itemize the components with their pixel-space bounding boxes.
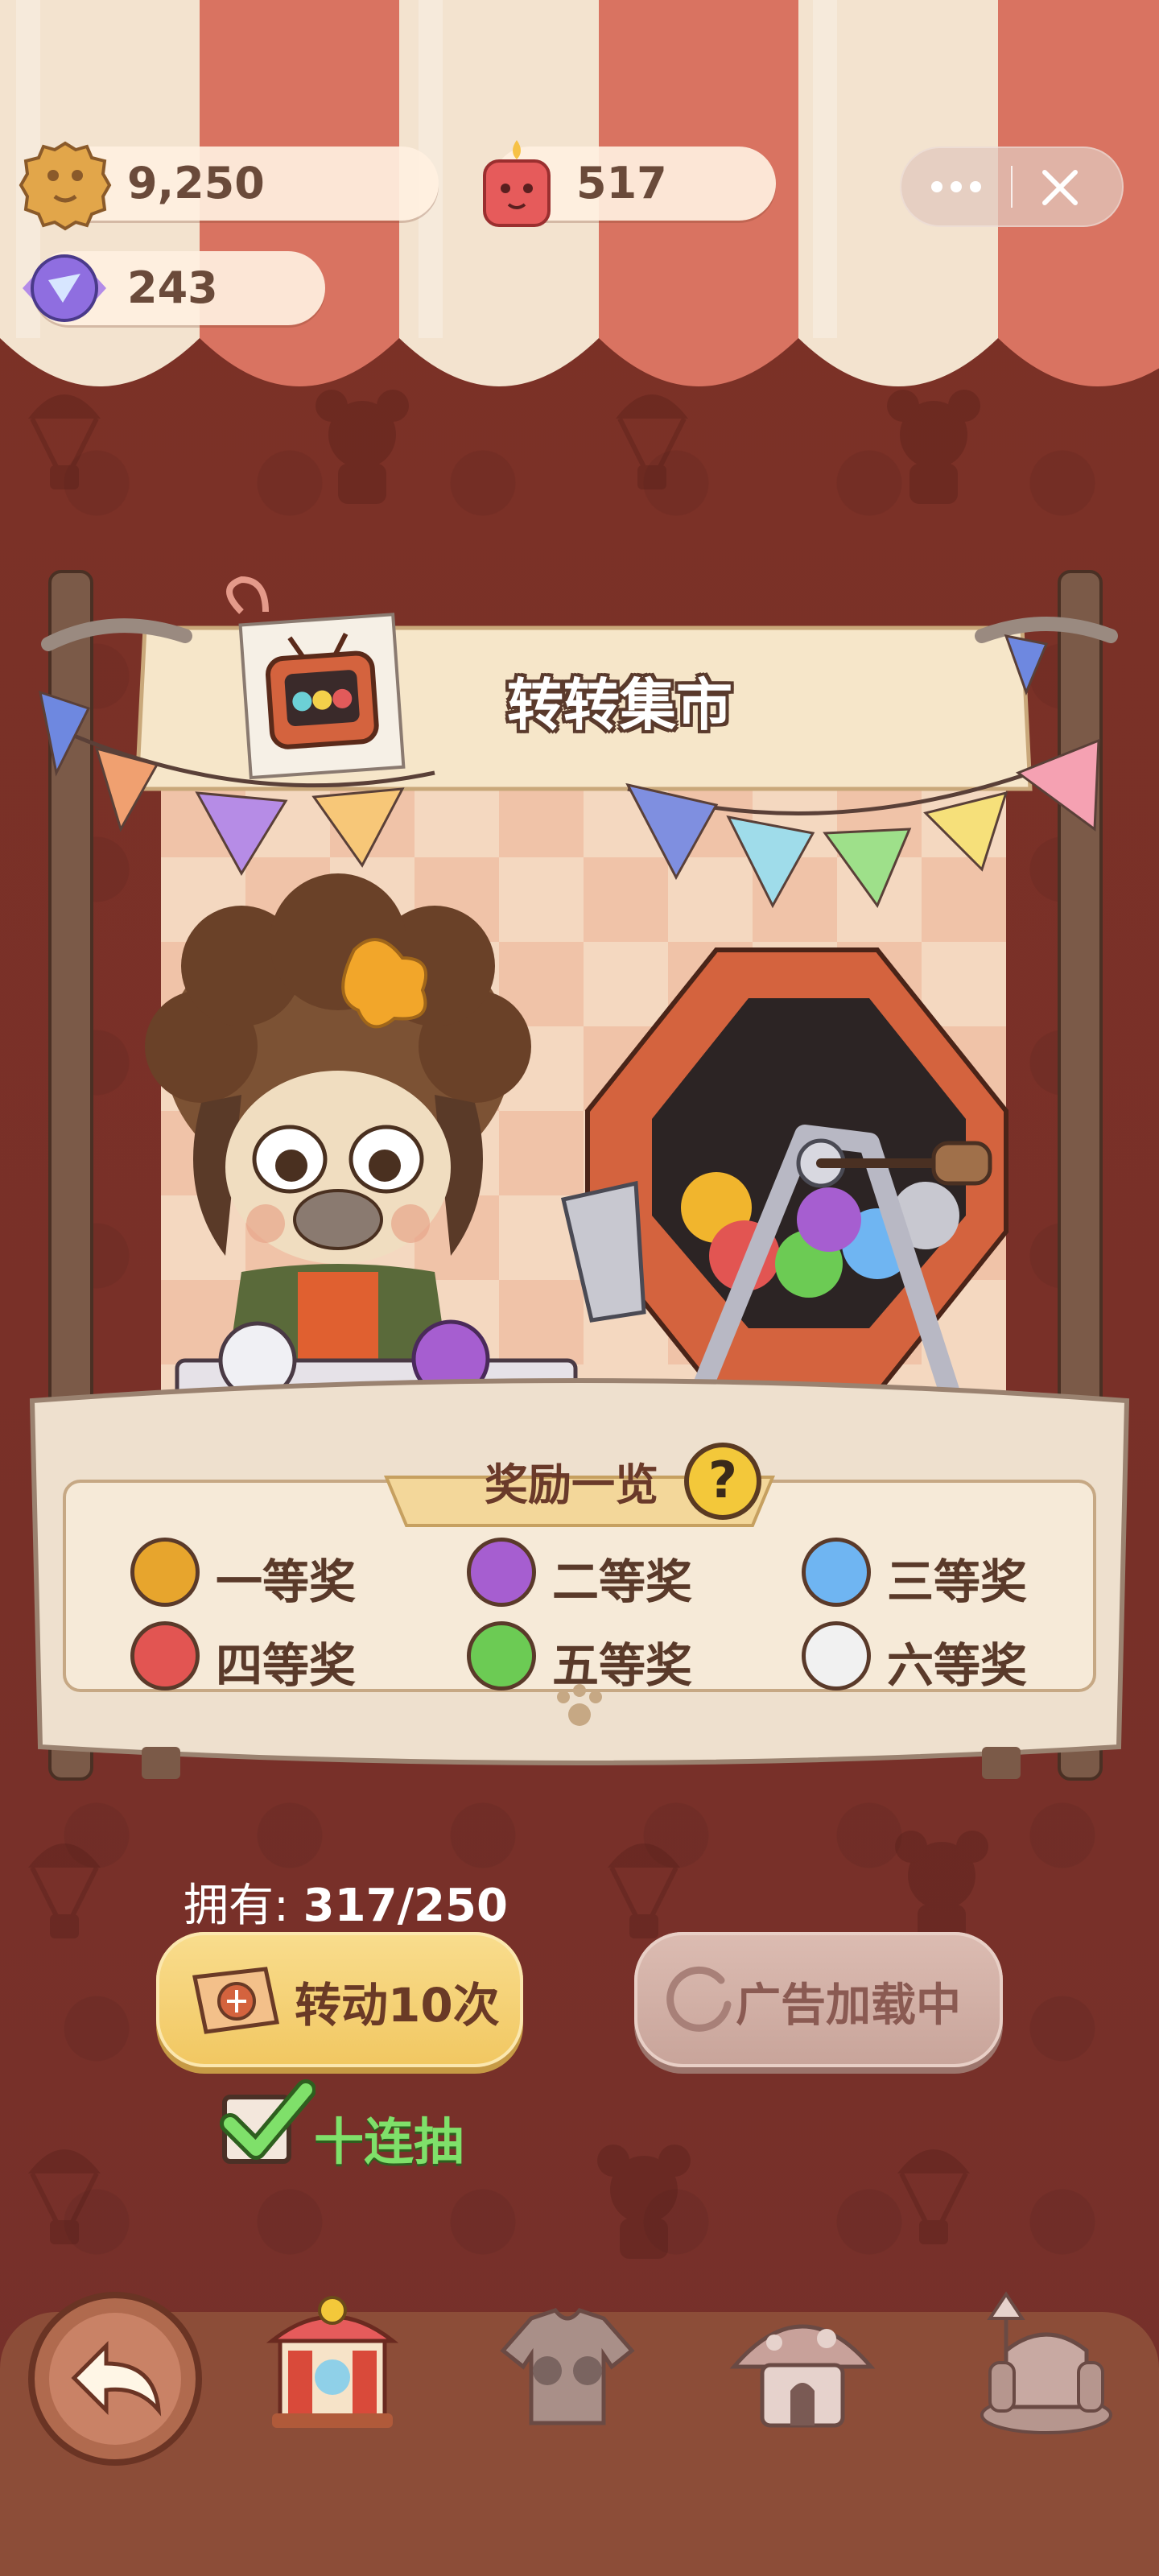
prize-label: 二等奖 bbox=[552, 1554, 693, 1609]
spin-10-label: 转动10次 bbox=[295, 1978, 500, 2033]
loading-spinner-icon bbox=[666, 1966, 732, 2032]
watch-ad-label: 广告加载中 bbox=[736, 1979, 961, 2032]
prize-label: 五等奖 bbox=[552, 1638, 693, 1693]
ticket-count-value: 317/250 bbox=[303, 1880, 508, 1932]
back-arrow-icon[interactable] bbox=[26, 2289, 204, 2468]
prize-label: 四等奖 bbox=[216, 1638, 357, 1693]
carousel-stall-icon[interactable] bbox=[256, 2293, 409, 2438]
prize-ball-gold bbox=[130, 1538, 200, 1607]
checkmark-icon bbox=[220, 2079, 316, 2160]
ten-draw-label[interactable]: 十连抽 bbox=[314, 2101, 464, 2174]
spin-10-button[interactable]: 转动10次 bbox=[156, 1932, 523, 2067]
prize-ball-purple bbox=[467, 1538, 536, 1607]
ticket-icon bbox=[192, 1967, 280, 2034]
help-button[interactable]: ? bbox=[684, 1443, 761, 1520]
prize-ball-green bbox=[467, 1621, 536, 1690]
prize-label: 一等奖 bbox=[216, 1554, 357, 1609]
ticket-count: 拥有: 317/250 bbox=[184, 1869, 508, 1934]
prize-ball-white bbox=[802, 1621, 871, 1690]
rewards-title: 奖励一览 bbox=[485, 1459, 658, 1510]
prize-ball-red bbox=[130, 1621, 200, 1690]
watch-ad-button[interactable]: 广告加载中 bbox=[634, 1932, 1003, 2067]
prize-ball-blue bbox=[802, 1538, 871, 1607]
ticket-count-label: 拥有: bbox=[184, 1880, 303, 1932]
stall-title: 转转集市 bbox=[507, 672, 732, 738]
furniture-icon[interactable] bbox=[958, 2286, 1119, 2439]
prize-label: 三等奖 bbox=[887, 1554, 1028, 1609]
prize-label: 六等奖 bbox=[887, 1638, 1028, 1693]
mushroom-house-icon[interactable] bbox=[726, 2294, 879, 2439]
clothes-icon[interactable] bbox=[491, 2294, 644, 2439]
